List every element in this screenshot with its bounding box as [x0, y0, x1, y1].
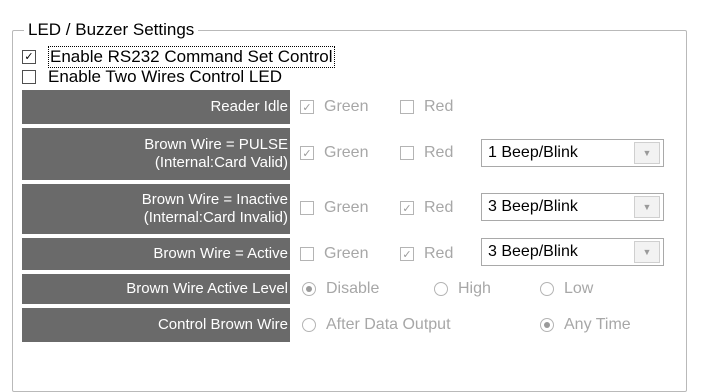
radio-selected-icon[interactable] — [302, 282, 316, 296]
option-label: Red — [424, 245, 454, 262]
select-value: 1 Beep/Blink — [488, 144, 578, 161]
option-label: After Data Output — [326, 316, 451, 333]
row-label-line1: Brown Wire = Inactive — [141, 191, 288, 208]
option-label: Any Time — [564, 316, 631, 333]
option-label: Disable — [326, 280, 380, 297]
pulse-red-checkbox[interactable]: Red — [400, 144, 453, 162]
active-green-checkbox[interactable]: Green — [300, 245, 368, 263]
groupbox-title: LED / Buzzer Settings — [24, 20, 199, 40]
option-label: Red — [424, 144, 454, 161]
row-label-line2: (Internal:Card Valid) — [154, 154, 288, 171]
active-level-low-radio[interactable]: Low — [540, 280, 593, 298]
row-label-brown-wire-pulse: Brown Wire = PULSE (Internal:Card Valid) — [22, 128, 290, 180]
inactive-red-checkbox[interactable]: ✓ Red — [400, 199, 453, 217]
pulse-green-checkbox[interactable]: ✓ Green — [300, 144, 368, 162]
row-label-reader-idle: Reader Idle — [22, 90, 290, 124]
option-label: Green — [324, 144, 369, 161]
row-label-brown-wire-inactive: Brown Wire = Inactive (Internal:Card Inv… — [22, 184, 290, 234]
checkbox-unchecked-icon[interactable] — [22, 70, 36, 84]
row-label-line1: Brown Wire = PULSE — [144, 136, 288, 153]
option-label: Green — [324, 245, 369, 262]
enable-two-wires-checkbox[interactable]: Enable Two Wires Control LED — [22, 67, 283, 86]
radio-selected-icon[interactable] — [540, 318, 554, 332]
option-label: Red — [424, 199, 454, 216]
option-label: High — [458, 280, 491, 297]
active-level-disable-radio[interactable]: Disable — [302, 280, 379, 298]
pulse-beep-select[interactable]: 1 Beep/Blink ▼ — [481, 139, 664, 167]
row-label-text: Brown Wire Active Level — [126, 280, 288, 297]
checkbox-unchecked-icon[interactable] — [400, 146, 414, 160]
row-label-control-brown-wire: Control Brown Wire — [22, 308, 290, 342]
enable-rs232-label: Enable RS232 Command Set Control — [48, 46, 335, 68]
enable-rs232-checkbox[interactable]: ✓ Enable RS232 Command Set Control — [22, 46, 335, 68]
control-any-time-radio[interactable]: Any Time — [540, 316, 631, 334]
radio-unselected-icon[interactable] — [434, 282, 448, 296]
active-red-checkbox[interactable]: ✓ Red — [400, 245, 453, 263]
row-label-text: Reader Idle — [210, 98, 288, 115]
option-label: Green — [324, 199, 369, 216]
option-label: Red — [424, 98, 454, 115]
select-value: 3 Beep/Blink — [488, 243, 578, 260]
row-label-text: Brown Wire = Active — [153, 245, 288, 262]
row-label-brown-wire-active-level: Brown Wire Active Level — [22, 274, 290, 304]
inactive-green-checkbox[interactable]: Green — [300, 199, 368, 217]
reader-idle-green-checkbox[interactable]: ✓ Green — [300, 98, 368, 116]
checkbox-checked-icon[interactable]: ✓ — [400, 247, 414, 261]
checkbox-checked-icon[interactable]: ✓ — [400, 201, 414, 215]
inactive-beep-select[interactable]: 3 Beep/Blink ▼ — [481, 193, 664, 221]
row-label-brown-wire-active: Brown Wire = Active — [22, 238, 290, 270]
chevron-down-icon[interactable]: ▼ — [634, 241, 660, 263]
checkbox-unchecked-icon[interactable] — [300, 247, 314, 261]
chevron-down-icon[interactable]: ▼ — [634, 196, 660, 218]
checkbox-unchecked-icon[interactable] — [300, 201, 314, 215]
checkbox-unchecked-icon[interactable] — [400, 100, 414, 114]
radio-unselected-icon[interactable] — [302, 318, 316, 332]
select-value: 3 Beep/Blink — [488, 198, 578, 215]
row-label-line2: (Internal:Card Invalid) — [143, 209, 288, 226]
active-beep-select[interactable]: 3 Beep/Blink ▼ — [481, 238, 664, 266]
control-after-data-output-radio[interactable]: After Data Output — [302, 316, 451, 334]
option-label: Green — [324, 98, 369, 115]
row-label-text: Control Brown Wire — [157, 316, 288, 333]
checkbox-checked-icon[interactable]: ✓ — [22, 50, 36, 64]
checkbox-checked-icon[interactable]: ✓ — [300, 146, 314, 160]
chevron-down-icon[interactable]: ▼ — [634, 142, 660, 164]
radio-unselected-icon[interactable] — [540, 282, 554, 296]
option-label: Low — [564, 280, 594, 297]
checkbox-checked-icon[interactable]: ✓ — [300, 100, 314, 114]
enable-two-wires-label: Enable Two Wires Control LED — [48, 67, 283, 86]
reader-idle-red-checkbox[interactable]: Red — [400, 98, 453, 116]
active-level-high-radio[interactable]: High — [434, 280, 491, 298]
